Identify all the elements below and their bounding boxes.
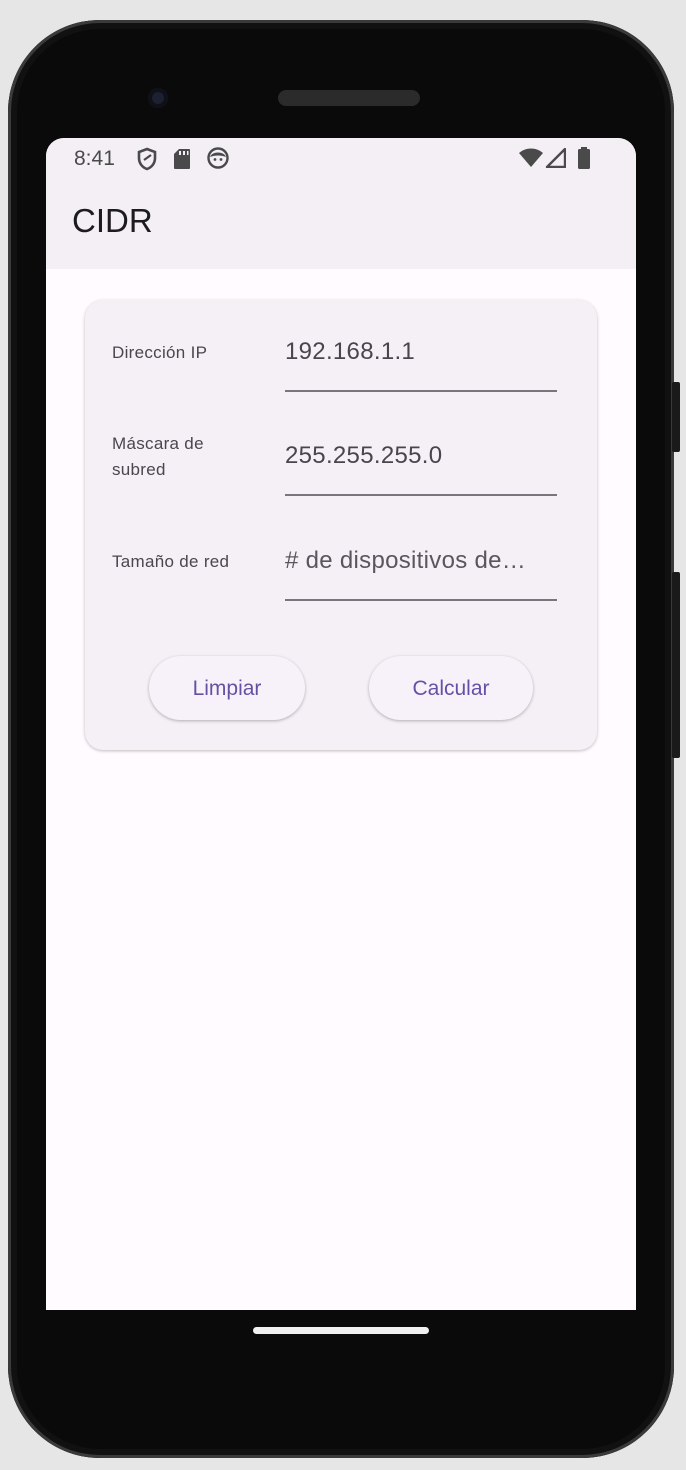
- ip-address-input[interactable]: [285, 338, 551, 366]
- network-size-label: Tamaño de red: [112, 552, 230, 571]
- status-time: 8:41: [74, 147, 115, 170]
- subnet-mask-field[interactable]: [285, 434, 557, 496]
- ip-address-label: Dirección IP: [112, 343, 208, 362]
- battery-icon: [578, 147, 590, 169]
- subnet-mask-label: Máscara de subred: [112, 431, 204, 483]
- app-title: CIDR: [72, 202, 153, 239]
- cidr-form-card: Dirección IP Máscara de subred Tamaño de…: [85, 300, 597, 750]
- home-indicator[interactable]: [253, 1327, 429, 1334]
- screen: 8:41 CIDR Dirección IP 192.168.1.1 Másca…: [46, 138, 636, 1310]
- network-size-field[interactable]: [285, 539, 557, 601]
- subnet-mask-label-line1: Máscara de: [112, 434, 204, 453]
- calculate-button[interactable]: Calcular: [369, 656, 533, 720]
- status-bar: 8:41: [46, 138, 636, 180]
- front-camera: [148, 88, 168, 108]
- subnet-mask-input[interactable]: [285, 442, 551, 470]
- volume-button: [672, 572, 680, 758]
- network-size-input[interactable]: [285, 547, 551, 575]
- ip-address-field[interactable]: [285, 330, 557, 392]
- app-bar: CIDR: [46, 180, 636, 269]
- earpiece-speaker: [278, 90, 420, 106]
- wifi-icon: [519, 148, 543, 167]
- subnet-mask-label-line2: subred: [112, 460, 166, 479]
- face-icon: [207, 147, 229, 169]
- power-button: [672, 382, 680, 452]
- sd-card-icon: [174, 149, 190, 169]
- shield-icon: [137, 147, 157, 171]
- clear-button[interactable]: Limpiar: [149, 656, 305, 720]
- signal-icon: [545, 148, 566, 168]
